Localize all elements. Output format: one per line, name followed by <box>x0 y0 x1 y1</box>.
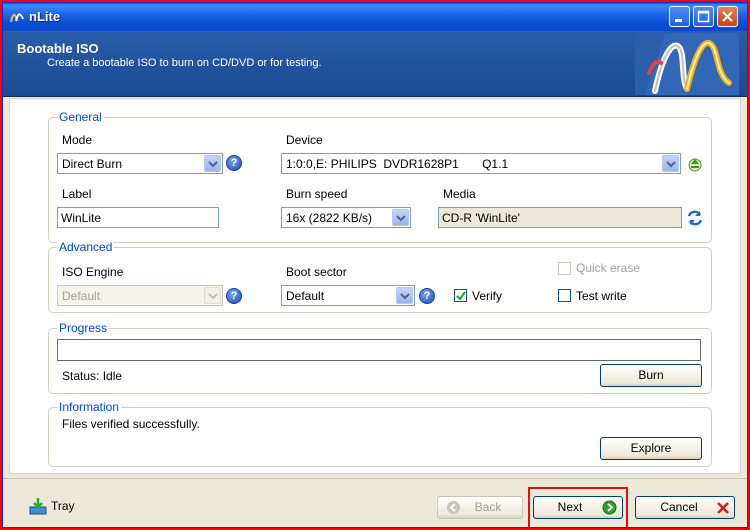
test-write-checkbox[interactable] <box>558 289 571 302</box>
back-button: Back <box>437 496 523 519</box>
information-group-label: Information <box>57 400 122 414</box>
iso-engine-label: ISO Engine <box>62 265 124 279</box>
cancel-button[interactable]: Cancel <box>635 496 735 519</box>
chevron-down-icon[interactable] <box>392 209 409 226</box>
back-arrow-icon <box>447 501 460 514</box>
help-icon[interactable]: ? <box>419 288 435 304</box>
device-value: 1:0:0,E: PHILIPS DVDR1628P1 Q1.1 <box>286 157 509 171</box>
nlite-app-icon <box>10 13 24 23</box>
explore-button[interactable]: Explore <box>600 437 702 460</box>
minimize-icon <box>675 19 682 22</box>
progress-group-label: Progress <box>57 321 110 335</box>
iso-engine-select: Default <box>57 285 223 306</box>
maximize-icon <box>697 10 710 23</box>
test-write-label[interactable]: Test write <box>576 289 627 303</box>
verify-checkbox[interactable] <box>454 289 467 302</box>
quick-erase-label: Quick erase <box>576 261 641 275</box>
burn-speed-value: 16x (2822 KB/s) <box>286 211 373 225</box>
media-label: Media <box>443 187 476 201</box>
chevron-down-icon[interactable] <box>396 287 413 304</box>
mode-label: Mode <box>62 133 93 147</box>
next-button-highlight <box>528 487 628 527</box>
refresh-icon[interactable] <box>686 209 704 227</box>
cancel-button-label: Cancel <box>660 500 698 514</box>
cancel-x-icon <box>717 502 729 514</box>
minimize-button[interactable] <box>669 6 690 27</box>
quick-erase-checkbox <box>558 262 571 275</box>
page-subtitle: Create a bootable ISO to burn on CD/DVD … <box>47 57 322 69</box>
help-icon[interactable]: ? <box>226 155 242 171</box>
page-title: Bootable ISO <box>17 41 99 56</box>
boot-sector-value: Default <box>286 289 325 303</box>
mode-value: Direct Burn <box>62 157 123 171</box>
chevron-down-icon[interactable] <box>204 155 221 172</box>
label-input-value: WinLite <box>61 211 102 225</box>
close-icon <box>722 11 733 22</box>
device-select[interactable]: 1:0:0,E: PHILIPS DVDR1628P1 Q1.1 <box>281 153 681 174</box>
boot-sector-label: Boot sector <box>286 265 347 279</box>
window-title: nLite <box>29 9 61 24</box>
chevron-down-icon[interactable] <box>662 155 679 172</box>
page-header: Bootable ISO Create a bootable ISO to bu… <box>3 31 747 97</box>
tray-icon[interactable] <box>29 497 47 515</box>
explore-button-label: Explore <box>630 441 672 455</box>
device-label: Device <box>286 133 323 147</box>
verify-label[interactable]: Verify <box>472 289 502 303</box>
close-window-button[interactable] <box>717 6 738 27</box>
nlite-window: nLite Bootable ISO Create a bootable ISO… <box>2 2 748 528</box>
label-label: Label <box>62 187 92 201</box>
information-message: Files verified successfully. <box>62 417 200 431</box>
burn-button-label: Burn <box>638 368 664 382</box>
media-field: CD-R 'WinLite' <box>438 207 682 228</box>
title-bar[interactable]: nLite <box>3 3 747 31</box>
tray-label[interactable]: Tray <box>51 499 75 513</box>
burn-button[interactable]: Burn <box>600 364 702 387</box>
general-group-label: General <box>57 110 104 124</box>
nlite-logo-icon <box>635 33 739 95</box>
eject-icon[interactable] <box>686 155 704 173</box>
label-input[interactable]: WinLite <box>57 207 219 228</box>
footer-divider <box>3 478 747 479</box>
chevron-down-icon <box>204 287 221 304</box>
progress-bar <box>57 339 701 361</box>
content-panel: General Mode Direct Burn ? Device 1:0:0,… <box>9 98 741 474</box>
burn-speed-select[interactable]: 16x (2822 KB/s) <box>281 207 411 228</box>
boot-sector-select[interactable]: Default <box>281 285 415 306</box>
advanced-group-label: Advanced <box>57 240 115 254</box>
mode-select[interactable]: Direct Burn <box>57 153 223 174</box>
iso-engine-value: Default <box>62 289 101 303</box>
back-button-label: Back <box>474 500 502 514</box>
status-text: Status: Idle <box>62 369 123 383</box>
media-value: CD-R 'WinLite' <box>442 211 520 225</box>
checkmark-icon <box>456 291 466 301</box>
maximize-button[interactable] <box>693 6 714 27</box>
help-icon[interactable]: ? <box>226 288 242 304</box>
burn-speed-label: Burn speed <box>286 187 348 201</box>
